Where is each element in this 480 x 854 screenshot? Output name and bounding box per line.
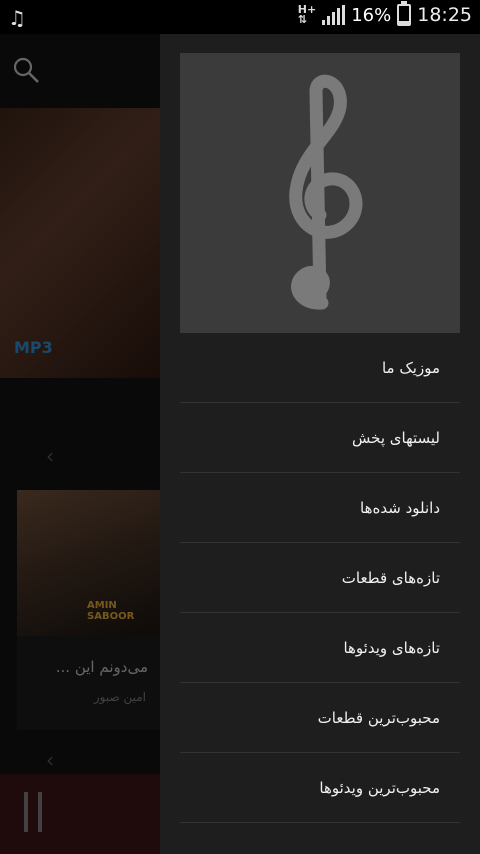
- status-bar: ♫ H+ ⇅ 16% 18:25: [0, 0, 480, 34]
- menu-item-playlists[interactable]: لیستهای پخش: [180, 403, 460, 473]
- menu-item-label: تازه‌های ویدئوها: [343, 638, 440, 657]
- treble-clef-icon: [289, 74, 363, 310]
- drawer-menu: موزیک ما لیستهای پخش دانلود شده‌ها تازه‌…: [180, 333, 460, 823]
- menu-item-label: دانلود شده‌ها: [360, 498, 440, 517]
- navigation-drawer: موزیک ما لیستهای پخش دانلود شده‌ها تازه‌…: [160, 34, 480, 854]
- battery-percent: 16%: [351, 4, 392, 26]
- menu-item-downloads[interactable]: دانلود شده‌ها: [180, 473, 460, 543]
- clock: 18:25: [417, 4, 472, 26]
- menu-item-label: موزیک ما: [381, 358, 440, 377]
- menu-item-label: محبوب‌ترین قطعات: [317, 708, 440, 727]
- menu-item-label: لیستهای پخش: [352, 428, 440, 447]
- drawer-scrim[interactable]: [0, 34, 160, 854]
- signal-strength-icon: [322, 5, 346, 25]
- menu-item-our-music[interactable]: موزیک ما: [180, 333, 460, 403]
- status-indicators: H+ ⇅ 16% 18:25: [297, 1, 472, 26]
- menu-item-new-videos[interactable]: تازه‌های ویدئوها: [180, 613, 460, 683]
- network-type-label: H+: [297, 3, 317, 16]
- menu-item-label: تازه‌های قطعات: [341, 568, 440, 587]
- menu-item-label: محبوب‌ترین ویدئوها: [319, 778, 440, 797]
- network-type-icon: H+ ⇅: [297, 3, 317, 26]
- menu-item-new-tracks[interactable]: تازه‌های قطعات: [180, 543, 460, 613]
- music-note-icon: ♫: [8, 6, 26, 30]
- drawer-header: [180, 53, 460, 333]
- battery-icon: [397, 1, 412, 26]
- menu-item-popular-videos[interactable]: محبوب‌ترین ویدئوها: [180, 753, 460, 823]
- menu-item-popular-tracks[interactable]: محبوب‌ترین قطعات: [180, 683, 460, 753]
